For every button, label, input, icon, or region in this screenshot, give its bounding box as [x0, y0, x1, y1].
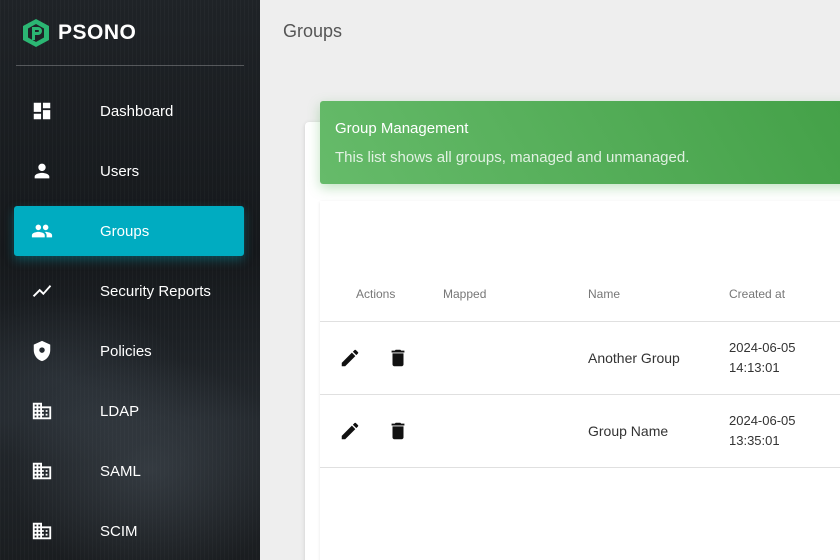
column-header-created-at[interactable]: Created at	[729, 287, 785, 301]
sidebar-item-label: LDAP	[100, 402, 140, 420]
sidebar-item-security-reports[interactable]: Security Reports	[14, 266, 244, 316]
created-time: 13:35:01	[729, 433, 780, 448]
group-name: Group Name	[588, 423, 669, 439]
row-divider	[320, 467, 840, 468]
sidebar-item-scim[interactable]: SCIM	[14, 506, 244, 556]
edit-icon[interactable]	[339, 347, 361, 369]
sidebar-item-users[interactable]: Users	[14, 146, 244, 196]
sidebar-item-label: Security Reports	[100, 282, 211, 300]
banner-title: Group Management	[335, 120, 469, 137]
created-time: 14:13:01	[729, 360, 780, 375]
sidebar-item-saml[interactable]: SAML	[14, 446, 244, 496]
delete-icon[interactable]	[387, 347, 409, 369]
group-name: Another Group	[588, 350, 680, 366]
sidebar-item-ldap[interactable]: LDAP	[14, 386, 244, 436]
created-at: 2024-06-05 14:13:01	[729, 338, 796, 378]
sidebar-divider	[16, 65, 244, 66]
sidebar-item-policies[interactable]: Policies	[14, 326, 244, 376]
table-row[interactable]: Another Group 2024-06-05 14:13:01	[320, 321, 840, 394]
psono-logo-icon	[23, 19, 49, 47]
sidebar-item-dashboard[interactable]: Dashboard	[14, 86, 244, 136]
created-date: 2024-06-05	[729, 413, 796, 428]
dashboard-icon	[31, 100, 53, 122]
sidebar-item-label: SCIM	[100, 522, 138, 540]
edit-icon[interactable]	[339, 420, 361, 442]
card-header-banner: Group Management This list shows all gro…	[320, 101, 840, 184]
sidebar-item-label: Policies	[100, 342, 152, 360]
business-icon	[31, 460, 53, 482]
column-header-actions[interactable]: Actions	[356, 287, 395, 301]
sidebar-item-label: Users	[100, 162, 140, 180]
page-title: Groups	[283, 21, 343, 41]
business-icon	[31, 400, 53, 422]
business-icon	[31, 520, 53, 542]
column-header-mapped[interactable]: Mapped	[443, 287, 486, 301]
sidebar-item-label: Dashboard	[100, 102, 174, 120]
trending-icon	[31, 280, 53, 302]
created-date: 2024-06-05	[729, 340, 796, 355]
person-icon	[31, 160, 53, 182]
groups-table: Actions Mapped Name Created at Another G…	[320, 201, 840, 560]
column-header-name[interactable]: Name	[588, 287, 620, 301]
sidebar-item-groups[interactable]: Groups	[14, 206, 244, 256]
sidebar-item-label: Groups	[100, 222, 150, 240]
table-row[interactable]: Group Name 2024-06-05 13:35:01	[320, 394, 840, 467]
created-at: 2024-06-05 13:35:01	[729, 411, 796, 451]
shield-icon	[31, 340, 53, 362]
app-name: PSONO	[58, 21, 137, 44]
sidebar: PSONO Dashboard Users Groups Security Re…	[0, 0, 260, 560]
delete-icon[interactable]	[387, 420, 409, 442]
banner-subtitle: This list shows all groups, managed and …	[335, 149, 690, 166]
people-icon	[31, 220, 53, 242]
logo[interactable]: PSONO	[22, 18, 136, 48]
sidebar-item-label: SAML	[100, 462, 141, 480]
